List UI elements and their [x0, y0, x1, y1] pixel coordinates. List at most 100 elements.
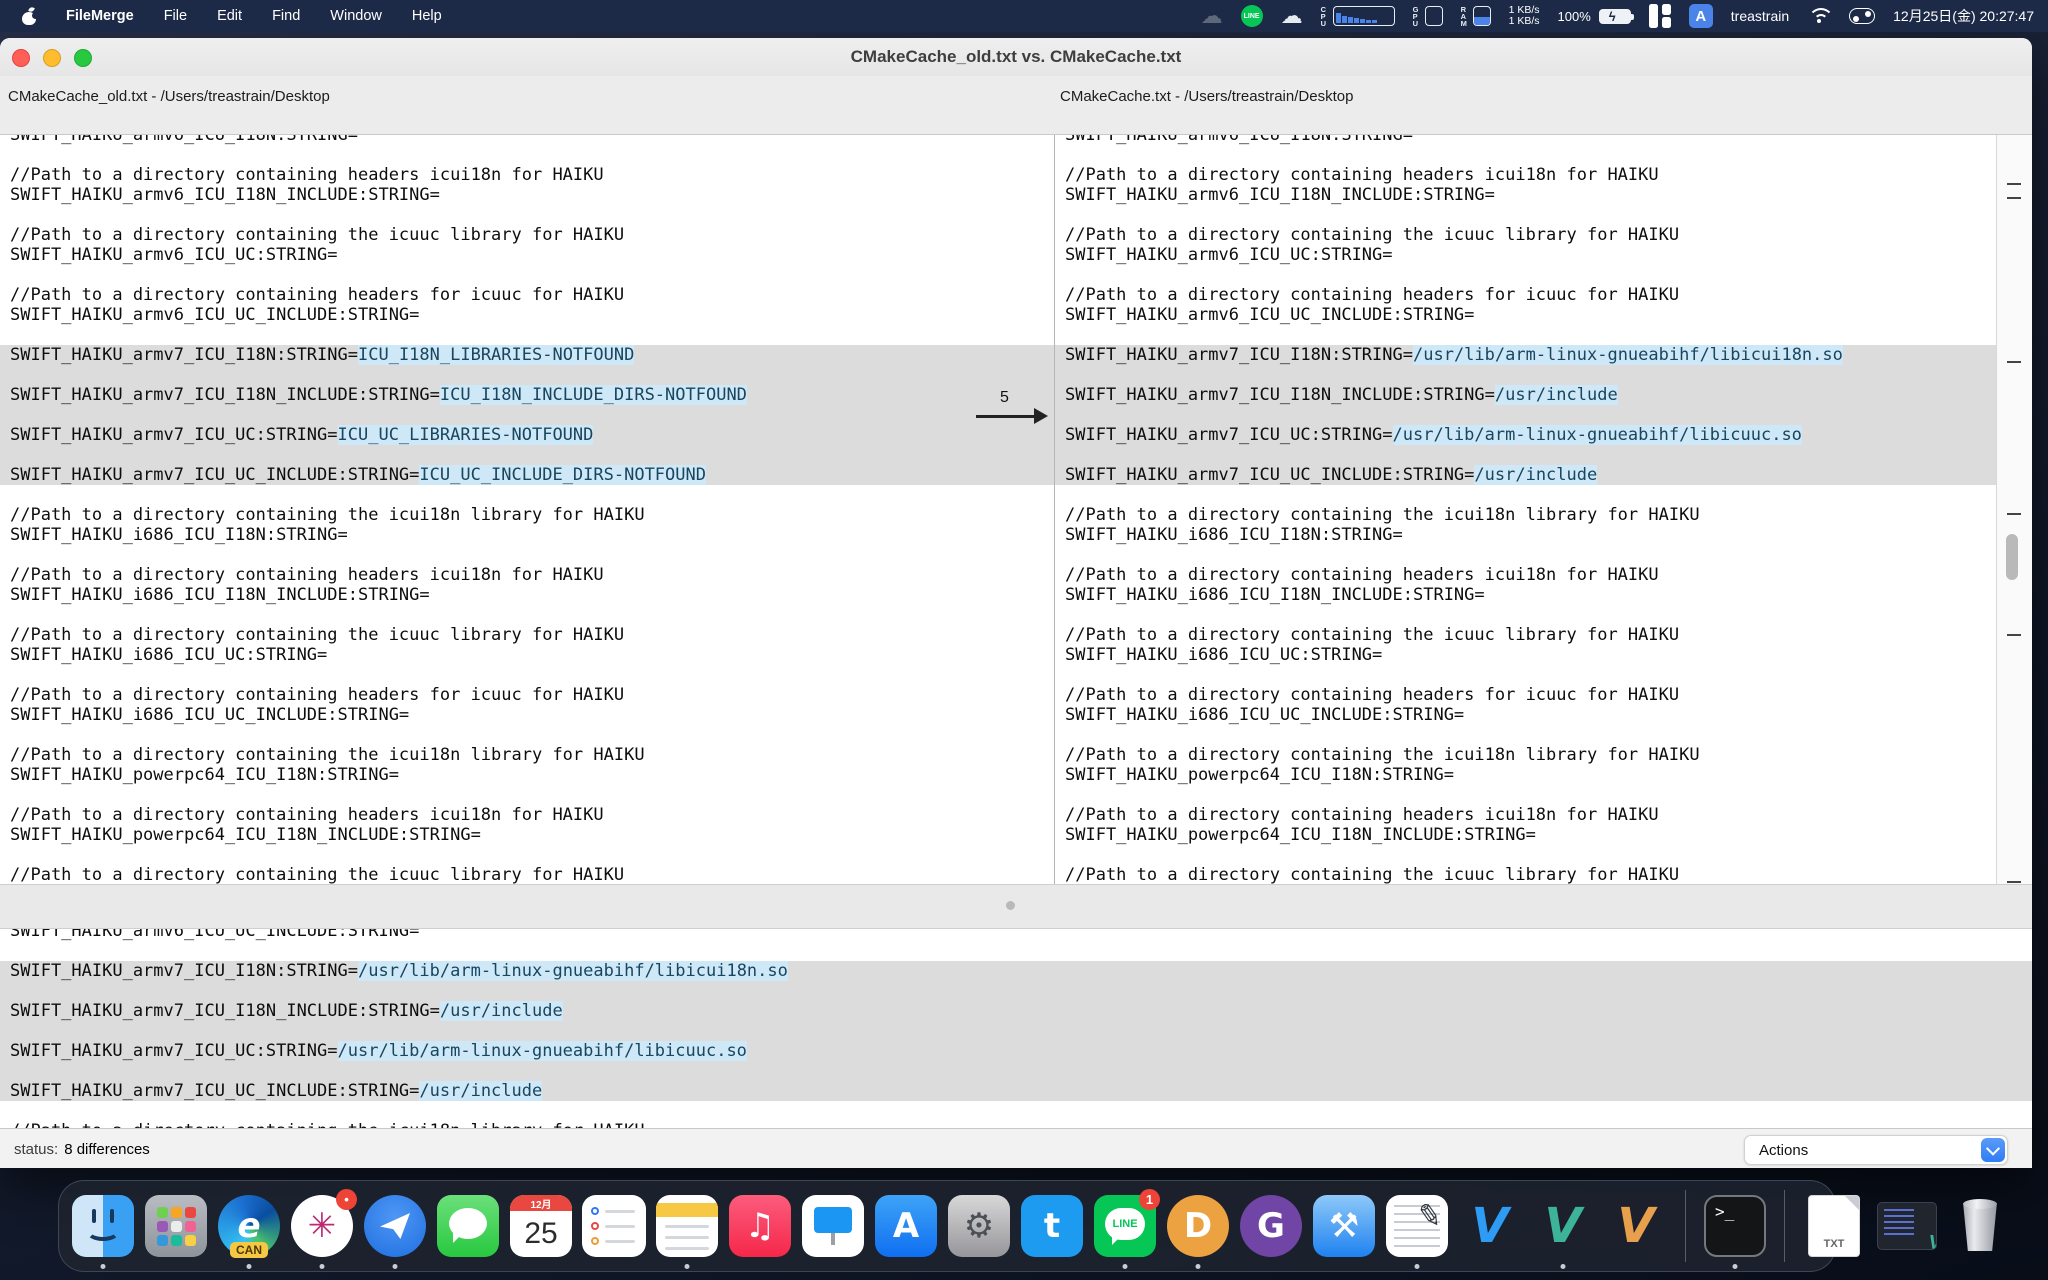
dock-item-trash[interactable] [1948, 1194, 2012, 1258]
dock-item-vscode-exploration[interactable]: V [1604, 1194, 1668, 1258]
diff-line [1055, 145, 1996, 165]
diff-direction-arrow[interactable]: 5 [976, 389, 1048, 429]
menu-file[interactable]: File [164, 8, 187, 24]
dock-item-music[interactable]: ♫ [728, 1194, 792, 1258]
dock-item-calendar[interactable]: 12月25 [509, 1194, 573, 1258]
actions-label: Actions [1759, 1142, 1808, 1159]
bottom-badge: CAN [230, 1242, 268, 1258]
right-diff-pane[interactable]: SWIFT_HAIKU_armv6_ICU_I18N:STRING=//Path… [1055, 135, 1996, 885]
dock-item-messages[interactable] [436, 1194, 500, 1258]
diff-line: SWIFT_HAIKU_armv7_ICU_I18N:STRING=ICU_I1… [0, 345, 970, 365]
dock-item-keynote[interactable] [801, 1194, 865, 1258]
actions-dropdown[interactable]: Actions [1744, 1135, 2008, 1165]
diff-line: SWIFT_HAIKU_i686_ICU_UC:STRING= [1055, 645, 1996, 665]
dock-item-launchpad[interactable] [144, 1194, 208, 1258]
running-indicator [1733, 1264, 1738, 1269]
wifi-icon[interactable] [1807, 7, 1831, 25]
input-source-icon[interactable]: A [1689, 4, 1713, 28]
diff-line [0, 605, 970, 625]
diff-line: SWIFT_HAIKU_i686_ICU_I18N:STRING= [1055, 525, 1996, 545]
diff-line: //Path to a directory containing the icu… [0, 865, 970, 885]
line-menu-icon[interactable]: LINE [1241, 5, 1263, 27]
diff-line [1055, 605, 1996, 625]
chevron-down-icon[interactable] [1981, 1138, 2005, 1162]
network-speed[interactable]: 1 KB/s 1 KB/s [1509, 5, 1540, 27]
menu-clock[interactable]: 12月25日(金) 20:27:47 [1893, 6, 2034, 26]
dock-item-system-preferences[interactable]: ⚙ [947, 1194, 1011, 1258]
diff-line [0, 845, 970, 865]
diff-line: SWIFT_HAIKU_armv6_ICU_I18N:STRING= [0, 135, 970, 145]
diff-position-tick [2007, 881, 2021, 883]
scrollbar-thumb[interactable] [2006, 534, 2018, 580]
dock-item-terminal[interactable]: >_ [1703, 1194, 1767, 1258]
diff-line [1055, 445, 1996, 465]
diff-line [0, 1101, 2032, 1121]
dock-item-minimized-window[interactable]: V [1875, 1194, 1939, 1258]
diff-line: SWIFT_HAIKU_i686_ICU_UC:STRING= [0, 645, 970, 665]
dock-item-app-store[interactable]: A [874, 1194, 938, 1258]
dock-item-vscode[interactable]: V [1458, 1194, 1522, 1258]
cpu-histogram [1333, 6, 1395, 26]
dock-item-line[interactable]: LINE1 [1093, 1194, 1157, 1258]
diff-line: SWIFT_HAIKU_armv6_ICU_UC_INCLUDE:STRING= [0, 305, 970, 325]
diff-position-tick [2007, 513, 2021, 515]
control-center-icon[interactable] [1849, 8, 1875, 24]
running-indicator [1415, 1264, 1420, 1269]
dock-item-finder[interactable] [71, 1194, 135, 1258]
vertical-scrollbar[interactable] [1996, 135, 2032, 885]
menu-find[interactable]: Find [272, 8, 300, 24]
left-diff-pane[interactable]: SWIFT_HAIKU_armv6_ICU_I18N:STRING= //Path… [0, 135, 971, 885]
menu-help[interactable]: Help [412, 8, 442, 24]
menu-app[interactable]: FileMerge [66, 8, 134, 24]
cpu-meter[interactable]: CPU [1321, 6, 1395, 27]
title-bar[interactable]: CMakeCache_old.txt vs. CMakeCache.txt [0, 38, 2032, 76]
onedrive-icon[interactable]: ☁ [1281, 5, 1303, 27]
dock-item-xcode[interactable]: ⚒ [1312, 1194, 1376, 1258]
dock-item-reminders[interactable] [582, 1194, 646, 1258]
battery-status[interactable]: 100% ϟ [1558, 9, 1631, 24]
dock-item-github-desktop[interactable]: G [1239, 1194, 1303, 1258]
ram-meter[interactable]: RAM [1461, 6, 1491, 27]
dock-item-txt-document[interactable]: TXT [1802, 1194, 1866, 1258]
apple-menu-icon[interactable] [22, 7, 36, 25]
diff-line: SWIFT_HAIKU_armv6_ICU_I18N_INCLUDE:STRIN… [1055, 185, 1996, 205]
dock: eCAN✳•12月25♫A⚙tLINE1DG⚒✎VVV>_TXTV [58, 1180, 1836, 1272]
username[interactable]: treastrain [1731, 8, 1789, 24]
diff-number: 5 [1000, 389, 1009, 407]
diff-line [0, 325, 970, 345]
dock-item-vscode-insiders[interactable]: V [1531, 1194, 1595, 1258]
dock-item-microsoft-edge[interactable]: eCAN [217, 1194, 281, 1258]
diff-line [1055, 405, 1996, 425]
diff-position-tick [2007, 634, 2021, 636]
github-desktop-icon: G [1240, 1195, 1302, 1257]
diff-line: SWIFT_HAIKU_i686_ICU_I18N_INCLUDE:STRING… [1055, 585, 1996, 605]
diff-line: SWIFT_HAIKU_armv7_ICU_UC:STRING=/usr/lib… [1055, 425, 1996, 445]
diff-line [0, 941, 2032, 961]
splitter-handle[interactable] [1006, 901, 1015, 910]
dock-item-discord[interactable]: D [1166, 1194, 1230, 1258]
dock-item-twitter[interactable]: t [1020, 1194, 1084, 1258]
diff-line: //Path to a directory containing the icu… [0, 745, 970, 765]
txt-document-icon: TXT [1808, 1195, 1860, 1257]
gpu-meter[interactable]: GPU [1413, 6, 1443, 27]
diff-line: //Path to a directory containing headers… [1055, 685, 1996, 705]
menu-bar: FileMerge File Edit Find Window Help ☁ L… [0, 0, 2048, 32]
menu-edit[interactable]: Edit [217, 8, 242, 24]
diff-line [0, 725, 970, 745]
diff-line [0, 545, 970, 565]
dock-item-spark[interactable] [363, 1194, 427, 1258]
merged-result-pane[interactable]: SWIFT_HAIKU_armv6_ICU_UC_INCLUDE:STRING=… [0, 928, 2032, 1129]
diff-line: SWIFT_HAIKU_armv7_ICU_UC_INCLUDE:STRING=… [1055, 465, 1996, 485]
dock-item-textedit[interactable]: ✎ [1385, 1194, 1449, 1258]
running-indicator [685, 1264, 690, 1269]
dock-item-slack[interactable]: ✳• [290, 1194, 354, 1258]
cloud-sync-icon[interactable]: ☁ [1201, 5, 1223, 27]
gpu-gauge [1425, 6, 1443, 26]
window-tiles-icon[interactable] [1649, 4, 1671, 28]
menu-window[interactable]: Window [330, 8, 382, 24]
app-store-icon: A [875, 1195, 937, 1257]
vscode-exploration-icon: V [1605, 1195, 1667, 1257]
diff-line: //Path to a directory containing headers… [0, 685, 970, 705]
dock-item-notes[interactable] [655, 1194, 719, 1258]
pane-splitter[interactable] [0, 884, 2032, 929]
